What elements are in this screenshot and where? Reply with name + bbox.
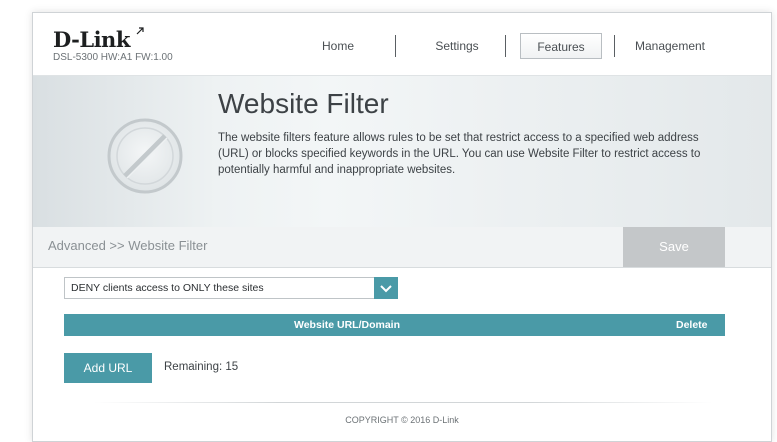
column-header-delete: Delete <box>676 319 708 331</box>
breadcrumb-bar: Advanced >> Website Filter Save <box>33 227 771 268</box>
router-admin-window: D-Link DSL-5300 HW:A1 FW:1.00 Home Setti… <box>32 12 772 442</box>
breadcrumb: Advanced >> Website Filter <box>48 238 208 253</box>
logo-text: D-Link <box>53 27 130 52</box>
remaining-count: Remaining: 15 <box>164 361 239 373</box>
nav-separator <box>505 35 506 57</box>
dropdown-toggle[interactable] <box>374 277 398 299</box>
nav-home[interactable]: Home <box>303 33 373 59</box>
column-header-url: Website URL/Domain <box>294 319 400 331</box>
page-title: Website Filter <box>218 88 389 119</box>
chevron-down-icon <box>380 285 392 293</box>
nav-management[interactable]: Management <box>627 33 713 59</box>
filter-prohibited-icon <box>107 118 183 194</box>
nav-settings[interactable]: Settings <box>421 33 493 59</box>
page-banner: Website Filter The website filters featu… <box>33 75 771 229</box>
url-table-header: Website URL/Domain Delete <box>64 314 725 336</box>
page-description: The website filters feature allows rules… <box>218 132 701 176</box>
filter-mode-value: DENY clients access to ONLY these sites <box>71 282 264 294</box>
copyright-text: COPYRIGHT © 2016 D-Link <box>345 415 459 425</box>
footer-divider <box>93 402 713 403</box>
add-url-button[interactable]: Add URL <box>64 353 152 383</box>
filter-mode-select[interactable]: DENY clients access to ONLY these sites <box>64 277 398 299</box>
logo-mark-icon <box>136 27 144 35</box>
nav-separator <box>614 35 615 57</box>
nav-features[interactable]: Features <box>520 33 602 59</box>
model-info: DSL-5300 HW:A1 FW:1.00 <box>53 52 173 63</box>
dlink-logo: D-Link DSL-5300 HW:A1 FW:1.00 <box>53 27 173 63</box>
save-button[interactable]: Save <box>623 227 725 267</box>
header: D-Link DSL-5300 HW:A1 FW:1.00 Home Setti… <box>33 13 771 75</box>
nav-separator <box>395 35 396 57</box>
